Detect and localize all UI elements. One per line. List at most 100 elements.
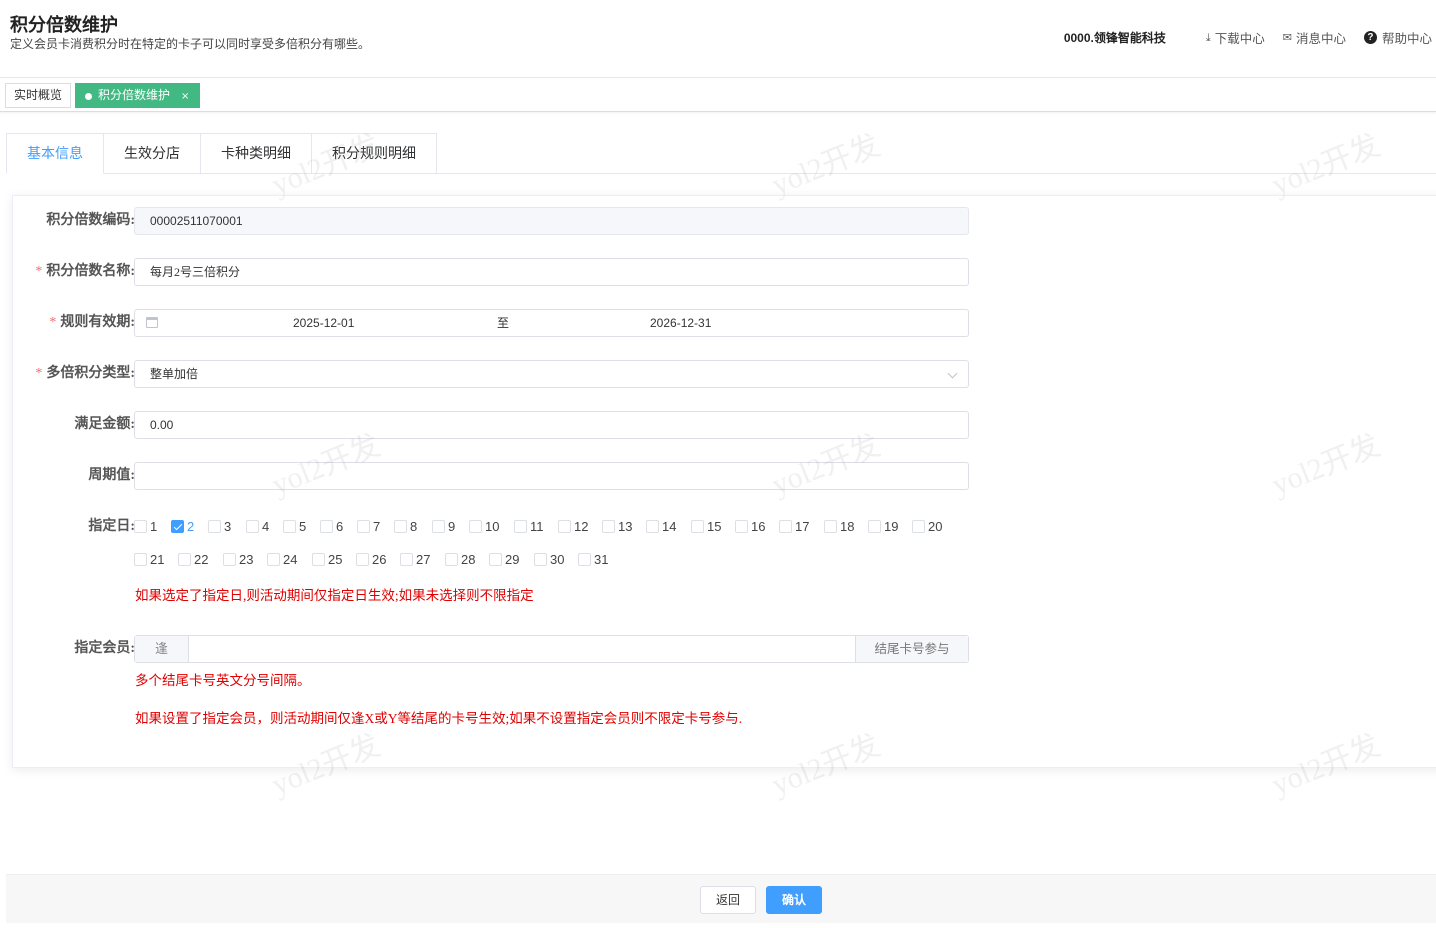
checkbox-box[interactable] [578,553,591,566]
checkbox-box[interactable] [469,520,482,533]
checkbox-box[interactable] [267,553,280,566]
day-checkbox-31[interactable]: 31 [578,552,608,567]
checkbox-box[interactable] [178,553,191,566]
end-date-input[interactable]: 2026-12-31 [650,310,711,336]
checkbox-box[interactable] [489,553,502,566]
checkbox-box[interactable] [432,520,445,533]
day-checkbox-11[interactable]: 11 [514,519,544,534]
checkbox-box[interactable] [283,520,296,533]
member-prefix: 逢 [135,636,189,662]
date-range-picker[interactable]: 2025-12-01 至 2026-12-31 [134,309,969,337]
day-checkbox-9[interactable]: 9 [432,519,455,534]
watermark-text: yol2开发 [767,128,885,202]
member-suffix-input[interactable] [189,636,855,662]
checkbox-box[interactable] [445,553,458,566]
day-checkbox-3[interactable]: 3 [208,519,231,534]
checkbox-box[interactable] [134,520,147,533]
checkbox-box[interactable] [514,520,527,533]
checkbox-box[interactable] [356,553,369,566]
day-checkbox-17[interactable]: 17 [779,519,809,534]
checkbox-box[interactable] [868,520,881,533]
day-label: 2 [187,519,195,534]
checkbox-box[interactable] [246,520,259,533]
checkbox-box[interactable] [357,520,370,533]
amount-input[interactable]: 0.00 [134,411,969,439]
day-checkbox-29[interactable]: 29 [489,552,519,567]
day-checkbox-10[interactable]: 10 [469,519,499,534]
name-input[interactable]: 每月2号三倍积分 [134,258,969,286]
day-checkbox-23[interactable]: 23 [223,552,253,567]
confirm-button[interactable]: 确认 [766,886,822,914]
tab-card-type-detail[interactable]: 卡种类明细 [201,133,312,174]
cycle-input[interactable] [134,462,969,490]
checkbox-box[interactable] [394,520,407,533]
day-checkbox-22[interactable]: 22 [178,552,208,567]
checkbox-box[interactable] [646,520,659,533]
checkbox-box[interactable] [312,553,325,566]
day-checkbox-21[interactable]: 21 [134,552,164,567]
day-checkbox-24[interactable]: 24 [267,552,297,567]
day-checkbox-13[interactable]: 13 [602,519,632,534]
message-center-link[interactable]: ✉ 消息中心 [1283,28,1346,47]
help-icon: ? [1363,31,1377,44]
day-checkbox-26[interactable]: 26 [356,552,386,567]
day-checkbox-5[interactable]: 5 [283,519,306,534]
checkbox-box[interactable] [779,520,792,533]
checkbox-box[interactable] [534,553,547,566]
day-label: 12 [574,519,589,534]
day-label: 26 [372,552,387,567]
checkbox-box[interactable] [208,520,221,533]
day-checkbox-19[interactable]: 19 [868,519,898,534]
day-checkbox-27[interactable]: 27 [400,552,430,567]
day-label: 31 [594,552,609,567]
start-date-input[interactable]: 2025-12-01 [293,310,354,336]
day-checkbox-25[interactable]: 25 [312,552,342,567]
day-label: 4 [262,519,270,534]
day-label: 10 [485,519,500,534]
day-checkbox-18[interactable]: 18 [824,519,854,534]
day-checkbox-4[interactable]: 4 [246,519,269,534]
day-checkbox-12[interactable]: 12 [558,519,588,534]
day-checkbox-28[interactable]: 28 [445,552,475,567]
checkbox-box[interactable] [735,520,748,533]
day-label: 7 [373,519,381,534]
checkbox-box[interactable] [824,520,837,533]
checkbox-box[interactable] [320,520,333,533]
day-checkbox-30[interactable]: 30 [534,552,564,567]
tag-points-multiplier[interactable]: 积分倍数维护 × [75,83,201,108]
day-checkbox-6[interactable]: 6 [320,519,343,534]
day-checkbox-15[interactable]: 15 [691,519,721,534]
checkbox-box[interactable] [400,553,413,566]
day-checkbox-14[interactable]: 14 [646,519,676,534]
required-mark: * [35,264,43,279]
tab-basic-info[interactable]: 基本信息 [6,133,104,174]
tab-points-rule-detail[interactable]: 积分规则明细 [312,133,437,174]
code-input: 00002511070001 [134,207,969,235]
tag-overview[interactable]: 实时概览 [5,83,72,108]
checkbox-box[interactable] [691,520,704,533]
checkbox-box[interactable] [134,553,147,566]
checkbox-box[interactable] [912,520,925,533]
day-checkbox-20[interactable]: 20 [912,519,942,534]
member-hint-separator: 多个结尾卡号英文分号间隔。 [135,673,311,688]
active-dot-icon [85,93,92,100]
checkbox-box[interactable] [558,520,571,533]
day-label: 23 [239,552,254,567]
checkbox-box[interactable] [171,520,184,533]
type-select[interactable]: 整单加倍 [134,360,969,388]
checkbox-box[interactable] [602,520,615,533]
back-button[interactable]: 返回 [700,886,756,914]
day-checkbox-8[interactable]: 8 [394,519,417,534]
day-checkbox-1[interactable]: 1 [134,519,157,534]
day-checkbox-2[interactable]: 2 [171,519,194,534]
day-checkbox-16[interactable]: 16 [735,519,765,534]
tab-effective-stores[interactable]: 生效分店 [104,133,201,174]
help-center-link[interactable]: ? 帮助中心 [1363,28,1432,47]
checkbox-box[interactable] [223,553,236,566]
close-icon[interactable]: × [181,91,189,102]
form-card: 积分倍数编码: 00002511070001 * 积分倍数名称: 每月2号三倍积分… [12,195,1436,768]
download-center-link[interactable]: ⤓ 下载中心 [1206,28,1265,47]
member-label: 指定会员: [74,641,135,656]
member-hint-rule: 如果设置了指定会员，则活动期间仅逢X或Y等结尾的卡号生效;如果不设置指定会员则不… [135,711,743,726]
day-checkbox-7[interactable]: 7 [357,519,380,534]
